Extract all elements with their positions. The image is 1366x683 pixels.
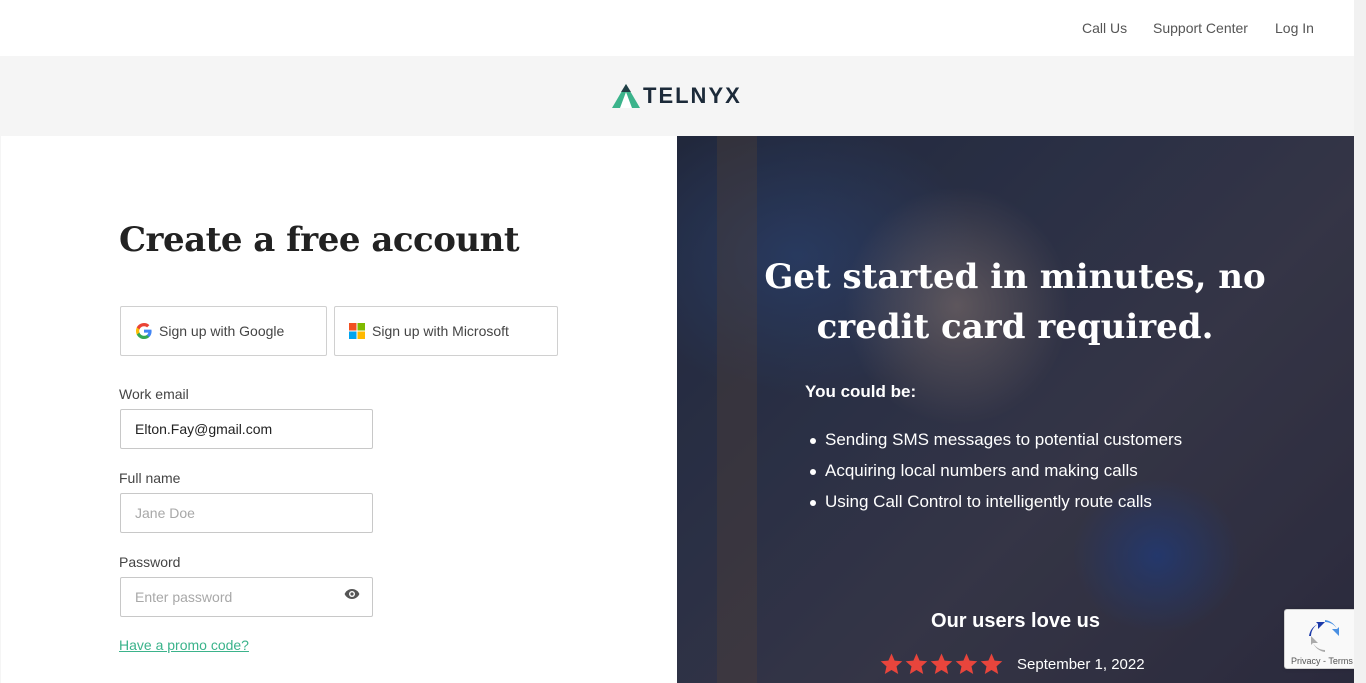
star-icon (880, 653, 903, 674)
review-date: September 1, 2022 (1017, 656, 1145, 673)
nav-support-center-link[interactable]: Support Center (1153, 20, 1248, 36)
page-title: Create a free account (119, 220, 520, 260)
full-name-input[interactable] (120, 493, 373, 533)
list-item: Sending SMS messages to potential custom… (807, 429, 1182, 460)
list-item: Acquiring local numbers and making calls (807, 460, 1182, 491)
sign-up-with-microsoft-button[interactable]: Sign up with Microsoft (334, 306, 558, 356)
microsoft-button-label: Sign up with Microsoft (372, 323, 509, 339)
signup-form-panel: Create a free account Sign up with Googl… (1, 136, 677, 683)
password-input[interactable] (120, 577, 373, 617)
top-navigation: Call Us Support Center Log In (0, 0, 1354, 56)
nav-call-us-link[interactable]: Call Us (1082, 20, 1127, 36)
logo-band: TELNYX (0, 56, 1354, 136)
scrollbar[interactable] (1354, 0, 1366, 683)
google-button-label: Sign up with Google (159, 323, 285, 339)
hero-title: Get started in minutes, no credit card r… (764, 257, 1266, 347)
sign-up-with-google-button[interactable]: Sign up with Google (120, 306, 327, 356)
list-item: Using Call Control to intelligently rout… (807, 491, 1182, 522)
hero-subtitle: You could be: (805, 382, 917, 401)
rating-stars (879, 652, 1004, 676)
star-icon (905, 653, 928, 674)
users-love-heading: Our users love us (931, 610, 1100, 632)
hero-benefits-list: Sending SMS messages to potential custom… (807, 429, 1182, 522)
star-icon (955, 653, 978, 674)
star-icon (930, 653, 953, 674)
full-name-label: Full name (119, 470, 181, 486)
microsoft-icon (349, 323, 365, 339)
promo-code-link[interactable]: Have a promo code? (119, 637, 249, 653)
work-email-input[interactable] (120, 409, 373, 449)
nav-log-in-link[interactable]: Log In (1275, 20, 1314, 36)
telnyx-logo-icon (612, 84, 640, 108)
hero-panel: Get started in minutes, no credit card r… (677, 136, 1354, 683)
work-email-label: Work email (119, 386, 189, 402)
google-icon (136, 323, 152, 339)
logo-wordmark: TELNYX (643, 83, 742, 108)
telnyx-logo[interactable]: TELNYX (611, 81, 742, 111)
eye-icon[interactable] (344, 588, 360, 600)
star-icon (980, 653, 1003, 674)
password-label: Password (119, 554, 181, 570)
